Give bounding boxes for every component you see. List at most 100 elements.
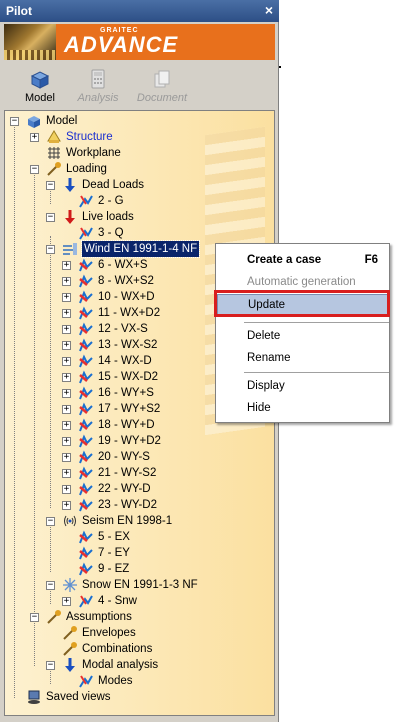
load-case-icon [79,562,93,576]
tree-line [50,668,51,684]
tree-label: 6 - WX+S [98,259,148,271]
envelopes-icon [63,626,77,640]
expand-icon[interactable]: + [62,277,71,286]
collapse-icon[interactable]: − [30,613,39,622]
brand-logo: ADVANCE [64,32,179,57]
tree-label-selected: Wind EN 1991-1-4 NF [80,240,201,258]
tree-label: Seism EN 1998-1 [82,515,173,527]
expand-icon[interactable]: + [62,501,71,510]
update-highlight-box [214,290,390,317]
tree-label: 9 - EZ [98,563,130,575]
close-icon[interactable]: × [265,2,273,18]
grid-icon [48,147,60,159]
menu-label: Display [247,380,285,392]
arrow-down-red-icon [65,210,75,224]
tab-document[interactable]: Document [132,64,192,108]
menu-item-display[interactable]: Display [217,376,388,398]
seism-icon [64,515,76,527]
tree-label: 20 - WY-S [98,451,150,463]
expand-icon[interactable]: + [62,373,71,382]
expand-icon[interactable]: + [62,405,71,414]
expand-icon[interactable]: + [62,261,71,270]
loading-icon [47,162,61,176]
expand-icon[interactable]: + [62,293,71,302]
tree-line [34,620,35,666]
menu-separator [244,322,389,323]
tree-label: 16 - WY+S [98,387,154,399]
tree-label: Modes [98,675,133,687]
load-case-icon [79,386,93,400]
collapse-icon[interactable]: − [46,661,55,670]
model-icon [28,116,40,128]
tree-label: 4 - Snw [98,595,137,607]
load-case-icon [79,195,93,208]
load-case-icon [79,595,93,608]
load-case-icon [79,338,93,352]
arrow-down-blue-icon [65,178,75,192]
menu-item-create-case[interactable]: Create a case F6 [217,250,388,272]
tree-label: Model [46,115,78,127]
collapse-icon[interactable]: − [46,517,55,526]
graitec-banner: GRAITEC ADVANCE [4,24,275,60]
tree-label: 3 - Q [98,227,124,239]
menu-label: Delete [247,330,281,342]
collapse-icon[interactable]: − [46,213,55,222]
expand-icon[interactable]: + [62,341,71,350]
load-case-icon [79,274,93,288]
tab-analysis[interactable]: Analysis [68,64,128,108]
collapse-icon[interactable]: − [46,181,55,190]
expand-icon[interactable]: + [62,597,71,606]
tree-label: 23 - WY-D2 [98,499,158,511]
load-case-icon [79,482,93,496]
expand-icon[interactable]: + [62,309,71,318]
tree-label: 15 - WX-D2 [98,371,159,383]
tab-model[interactable]: Model [10,64,70,108]
tree-label: 8 - WX+S2 [98,275,154,287]
menu-item-hide[interactable]: Hide [217,398,388,420]
expand-icon[interactable]: + [62,485,71,494]
expand-icon[interactable]: + [62,437,71,446]
load-case-icon [79,354,93,368]
collapse-icon[interactable]: − [46,245,55,254]
tree-label: 22 - WY-D [98,483,151,495]
expand-icon[interactable]: + [30,133,39,142]
expand-icon[interactable]: + [62,453,71,462]
expand-icon[interactable]: + [62,325,71,334]
tree-label: Structure [66,131,113,143]
structure-icon [47,130,61,143]
calculator-icon [91,69,105,89]
menu-item-rename[interactable]: Rename [217,348,388,370]
banner-photo [4,24,56,60]
expand-icon[interactable]: + [62,421,71,430]
model-icon [30,71,50,89]
load-case-icon [79,450,93,464]
tree-label: 17 - WY+S2 [98,403,161,415]
expand-icon[interactable]: + [62,357,71,366]
tree-label: 11 - WX+D2 [98,307,161,319]
tree-label: 10 - WX+D [98,291,155,303]
expand-icon[interactable]: + [62,389,71,398]
tree-line [14,124,15,698]
collapse-icon[interactable]: − [46,581,55,590]
collapse-icon[interactable]: − [30,165,39,174]
load-case-icon [79,546,93,560]
tree-label: 13 - WX-S2 [98,339,158,351]
assumptions-icon [47,610,61,624]
tree-label: 5 - EX [98,531,130,543]
tree-line [50,252,51,508]
tree-label: Workplane [66,147,121,159]
tree-line [34,172,35,618]
menu-item-delete[interactable]: Delete [217,326,388,348]
tree-label: Modal analysis [82,659,159,671]
load-case-icon [79,402,93,416]
tree-label: Loading [66,163,107,175]
collapse-icon[interactable]: − [10,117,19,126]
snow-icon [63,578,77,592]
load-case-icon [79,370,93,384]
expand-icon[interactable]: + [62,469,71,478]
tree-label: Combinations [82,643,153,655]
menu-shortcut: F6 [364,254,378,266]
load-case-icon [79,466,93,480]
load-case-icon [79,290,93,304]
tree-label: 12 - VX-S [98,323,148,335]
